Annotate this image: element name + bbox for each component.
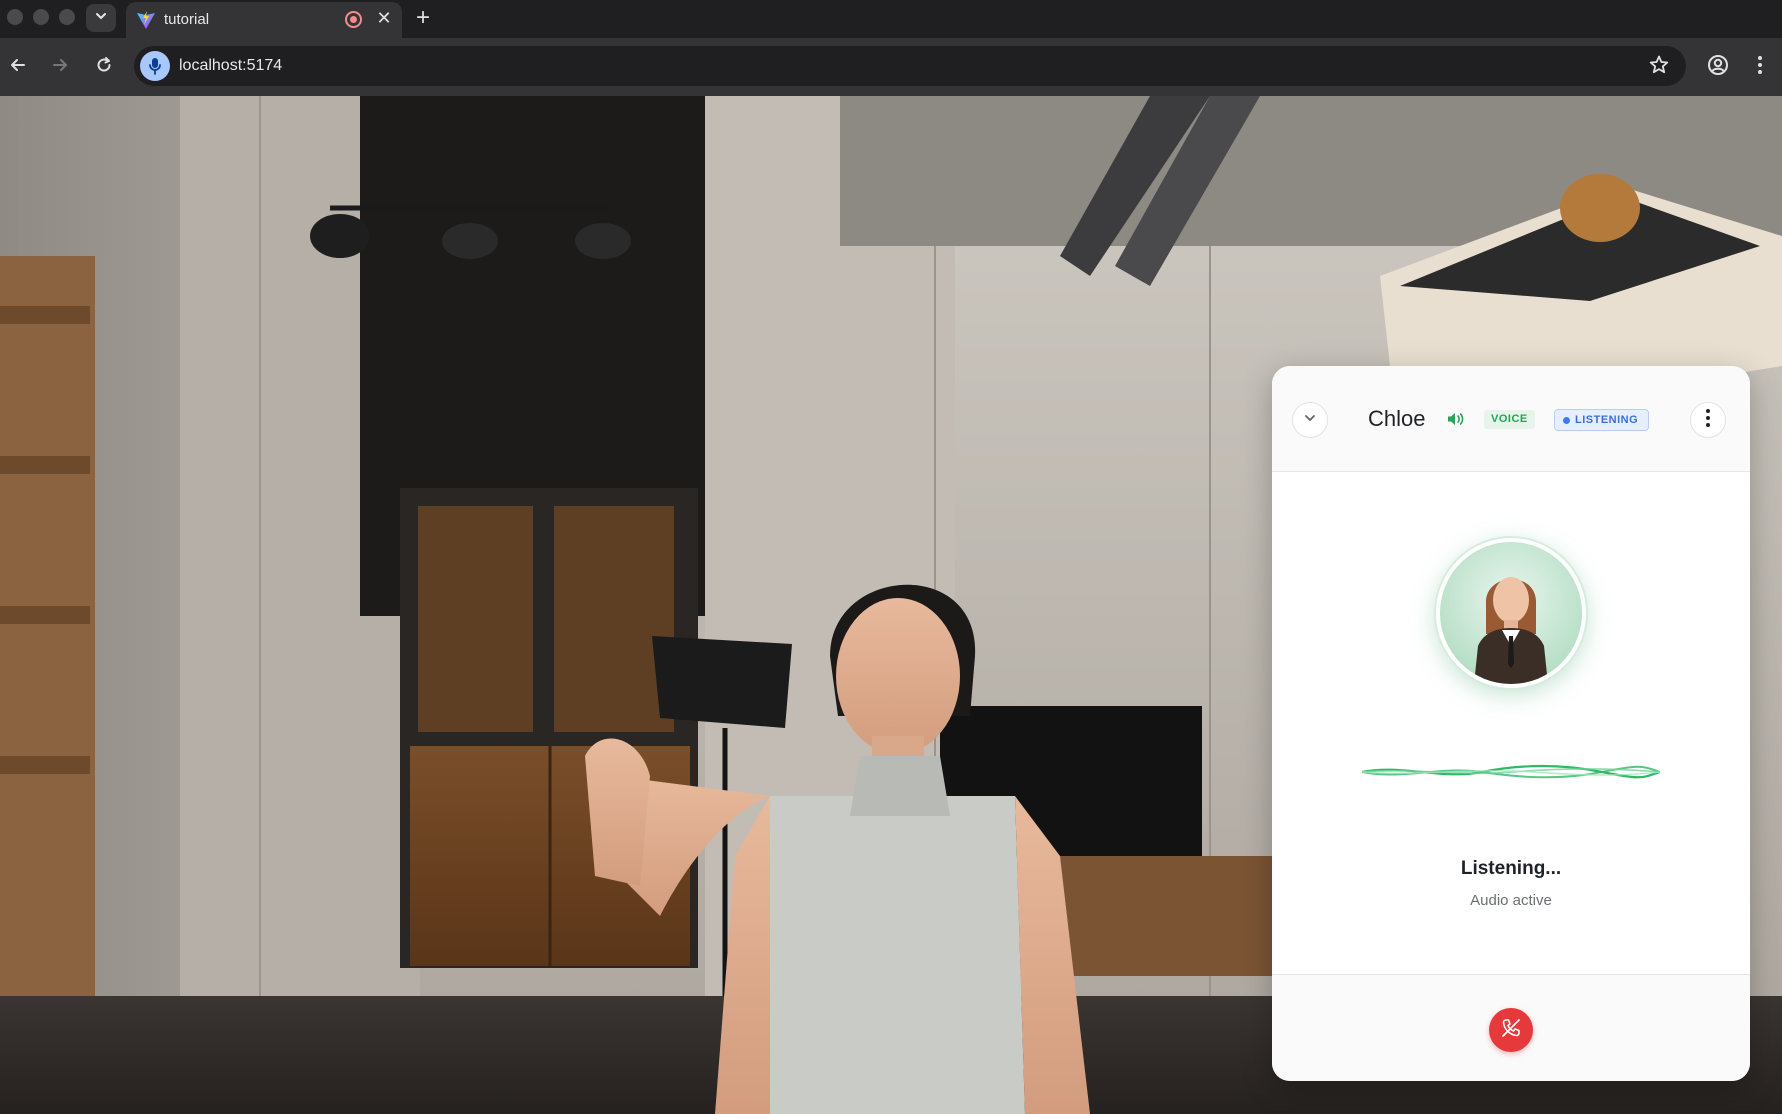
vertical-dots-icon — [1705, 408, 1711, 433]
forward-button[interactable] — [46, 53, 74, 81]
tab-title: tutorial — [164, 11, 210, 28]
recording-icon — [345, 11, 362, 28]
window-minimize-dot[interactable] — [33, 9, 49, 25]
hang-up-button[interactable] — [1489, 1008, 1533, 1052]
panel-header: Chloe VOICE LISTENING — [1272, 366, 1750, 472]
profile-icon[interactable] — [1706, 53, 1730, 82]
url-text: localhost:5174 — [179, 57, 283, 74]
tab-tutorial[interactable]: tutorial ✕ — [126, 2, 402, 38]
collapse-button[interactable] — [1292, 402, 1328, 438]
close-icon[interactable]: ✕ — [374, 8, 394, 29]
reload-icon — [94, 55, 114, 80]
microphone-icon[interactable] — [140, 51, 170, 81]
browser-toolbar: localhost:5174 — [0, 38, 1782, 96]
reload-button[interactable] — [90, 53, 118, 81]
phone-hangup-icon — [1499, 1016, 1523, 1045]
more-options-button[interactable] — [1690, 402, 1726, 438]
listening-badge: LISTENING — [1554, 409, 1650, 431]
chevron-down-icon — [94, 9, 108, 28]
status-dot — [1563, 416, 1570, 424]
new-tab-button[interactable]: + — [416, 4, 430, 32]
window-close-dot[interactable] — [7, 9, 23, 25]
chevron-down-icon — [1303, 411, 1317, 430]
audio-waveform — [1362, 764, 1660, 779]
tab-search-button[interactable] — [86, 4, 116, 32]
speaker-icon — [1446, 411, 1466, 432]
voice-call-panel: Chloe VOICE LISTENING Listening... Audio… — [1272, 366, 1750, 1081]
browser-tabstrip: tutorial ✕ + — [0, 0, 1782, 38]
vite-icon — [136, 10, 156, 30]
star-icon[interactable] — [1648, 54, 1670, 81]
agent-portrait — [1474, 577, 1548, 684]
voice-badge: VOICE — [1484, 410, 1535, 429]
arrow-left-icon — [8, 55, 28, 80]
kebab-menu-icon[interactable] — [1750, 53, 1770, 82]
status-title: Listening... — [1460, 858, 1562, 879]
arrow-right-icon — [50, 55, 70, 80]
back-button[interactable] — [4, 53, 32, 81]
listening-badge-label: LISTENING — [1575, 414, 1639, 426]
panel-footer — [1272, 974, 1750, 1081]
address-bar[interactable]: localhost:5174 — [134, 46, 1686, 86]
status-subtitle: Audio active — [1470, 892, 1552, 909]
agent-avatar — [1436, 538, 1586, 688]
agent-name: Chloe — [1368, 406, 1426, 431]
window-zoom-dot[interactable] — [59, 9, 75, 25]
